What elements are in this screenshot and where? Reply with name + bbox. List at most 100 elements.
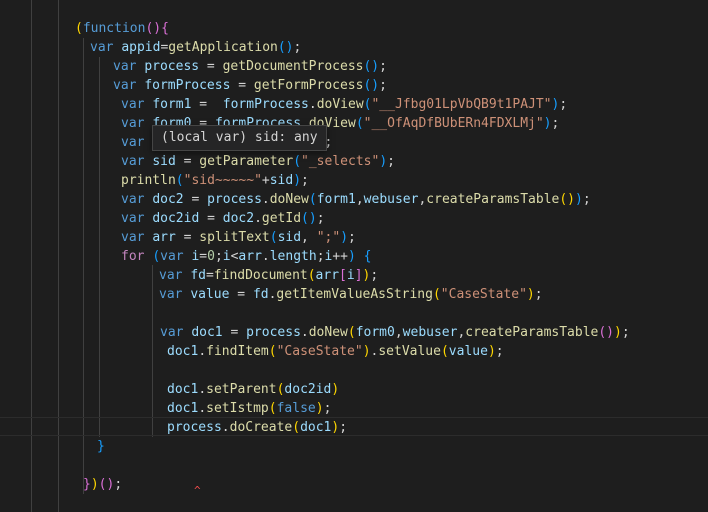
code-line[interactable]: var doc1 = process.doNew(form0,webuser,c…: [160, 323, 630, 342]
code-line[interactable]: var form1 = formProcess.doView("__Jfbg01…: [121, 95, 567, 114]
code-token: ;: [323, 401, 332, 416]
code-token: =: [175, 154, 200, 169]
code-token: process: [167, 420, 222, 435]
code-token: i: [222, 249, 231, 264]
code-line[interactable]: var sid = getParameter("_selects");: [121, 152, 395, 171]
code-token: var: [160, 249, 192, 264]
code-token: doc1: [191, 325, 223, 340]
code-token: setParent: [206, 382, 277, 397]
code-token: [: [339, 268, 347, 283]
code-line[interactable]: var value = fd.getItemValueAsString("Cas…: [159, 285, 543, 304]
code-token: getDocumentProcess: [222, 59, 364, 74]
code-token: for: [121, 249, 153, 264]
code-token: ;: [621, 325, 630, 340]
code-token: doc2id: [152, 211, 200, 226]
code-line[interactable]: var doc2id = doc2.getId();: [121, 209, 325, 228]
code-token: "__OfAqDfBUbERn4FDXLMj": [363, 116, 544, 131]
code-line[interactable]: (function(){: [75, 19, 169, 38]
code-line[interactable]: process.doCreate(doc1);: [167, 418, 347, 437]
code-token: ;: [495, 344, 504, 359]
code-token: ): [315, 401, 324, 416]
code-token: process: [246, 325, 301, 340]
code-token: sid: [152, 154, 176, 169]
code-line[interactable]: var arr = splitText(sid, ";");: [121, 228, 356, 247]
code-token: form1: [152, 97, 192, 112]
code-token: webuser: [402, 325, 458, 340]
code-token: i: [346, 268, 355, 283]
code-token: createParamsTable: [465, 325, 599, 340]
code-line[interactable]: doc1.setIstmp(false);: [167, 399, 331, 418]
code-token: ;: [582, 192, 591, 207]
code-token: ;: [379, 78, 387, 93]
code-token: var: [90, 40, 122, 55]
code-token: webuser: [363, 192, 419, 207]
code-token: doCreate: [229, 420, 293, 435]
code-token: =: [175, 230, 200, 245]
code-editor[interactable]: (function(){var appid=getApplication(); v…: [0, 0, 708, 512]
code-token: "__Jfbg01LpVbQB9t1PAJT": [371, 97, 552, 112]
code-token: ;: [559, 97, 568, 112]
code-token: doc1: [300, 420, 332, 435]
code-token: "CaseState": [276, 344, 363, 359]
code-line[interactable]: var process = getDocumentProcess();: [113, 57, 387, 76]
code-token: splitText: [199, 230, 270, 245]
code-line[interactable]: var fd=findDocument(arr[i]);: [159, 266, 378, 285]
code-token: getFormProcess: [253, 78, 364, 93]
code-line[interactable]: var appid=getApplication();: [90, 38, 301, 57]
code-token: arr: [315, 268, 340, 283]
code-token: var: [159, 268, 191, 283]
code-token: function: [82, 21, 146, 36]
code-token: (): [363, 78, 380, 93]
code-token: var: [159, 287, 191, 302]
code-token: ): [348, 249, 356, 264]
code-line[interactable]: doc1.setParent(doc2id): [167, 380, 339, 399]
code-token: ): [379, 154, 388, 169]
code-token: (: [308, 192, 317, 207]
code-token: doc1: [167, 382, 199, 397]
code-token: =: [199, 249, 208, 264]
code-token: ): [340, 230, 349, 245]
code-token: (: [75, 21, 83, 36]
code-token: var: [160, 325, 192, 340]
code-token: formProcess: [222, 97, 309, 112]
code-token: ,: [301, 230, 317, 245]
code-token: doView: [316, 97, 364, 112]
code-line[interactable]: var doc2 = process.doNew(form1,webuser,c…: [121, 190, 591, 209]
code-line[interactable]: })();: [83, 475, 122, 494]
code-token: "_selects": [301, 154, 380, 169]
code-token: ): [575, 192, 583, 207]
code-token: var: [121, 230, 153, 245]
code-token: ): [614, 325, 622, 340]
code-token: (): [559, 192, 576, 207]
code-token: (: [175, 173, 184, 188]
code-line[interactable]: var formProcess = getFormProcess();: [113, 76, 387, 95]
code-token: getApplication: [168, 40, 278, 55]
code-token: ;: [114, 477, 123, 492]
code-token: doc2: [152, 192, 184, 207]
code-token: (: [268, 344, 277, 359]
code-line[interactable]: println("sid~~~~~"+sid);: [121, 171, 309, 190]
code-token: ;: [379, 59, 387, 74]
code-token: form1: [316, 192, 356, 207]
code-token: (): [598, 325, 615, 340]
code-token: .: [254, 211, 262, 226]
code-token: process: [144, 59, 200, 74]
code-token: =: [222, 325, 247, 340]
code-token: =: [199, 59, 223, 74]
code-token: (): [363, 59, 380, 74]
code-line[interactable]: doc1.findItem("CaseState").setValue(valu…: [167, 342, 504, 361]
code-line[interactable]: for (var i=0;i<arr.length;i++) {: [121, 247, 372, 266]
code-token: ";": [316, 230, 341, 245]
code-token: (: [269, 230, 278, 245]
code-token: ): [331, 382, 340, 397]
code-token: (: [152, 249, 161, 264]
code-token: (): [98, 477, 115, 492]
code-token: getParameter: [199, 154, 294, 169]
code-token: formProcess: [144, 78, 231, 93]
code-token: .: [198, 382, 207, 397]
code-token: var: [121, 211, 153, 226]
code-token: ;: [551, 116, 560, 131]
code-token: ;: [534, 287, 543, 302]
code-line[interactable]: }: [97, 437, 105, 456]
code-token: var: [121, 97, 153, 112]
